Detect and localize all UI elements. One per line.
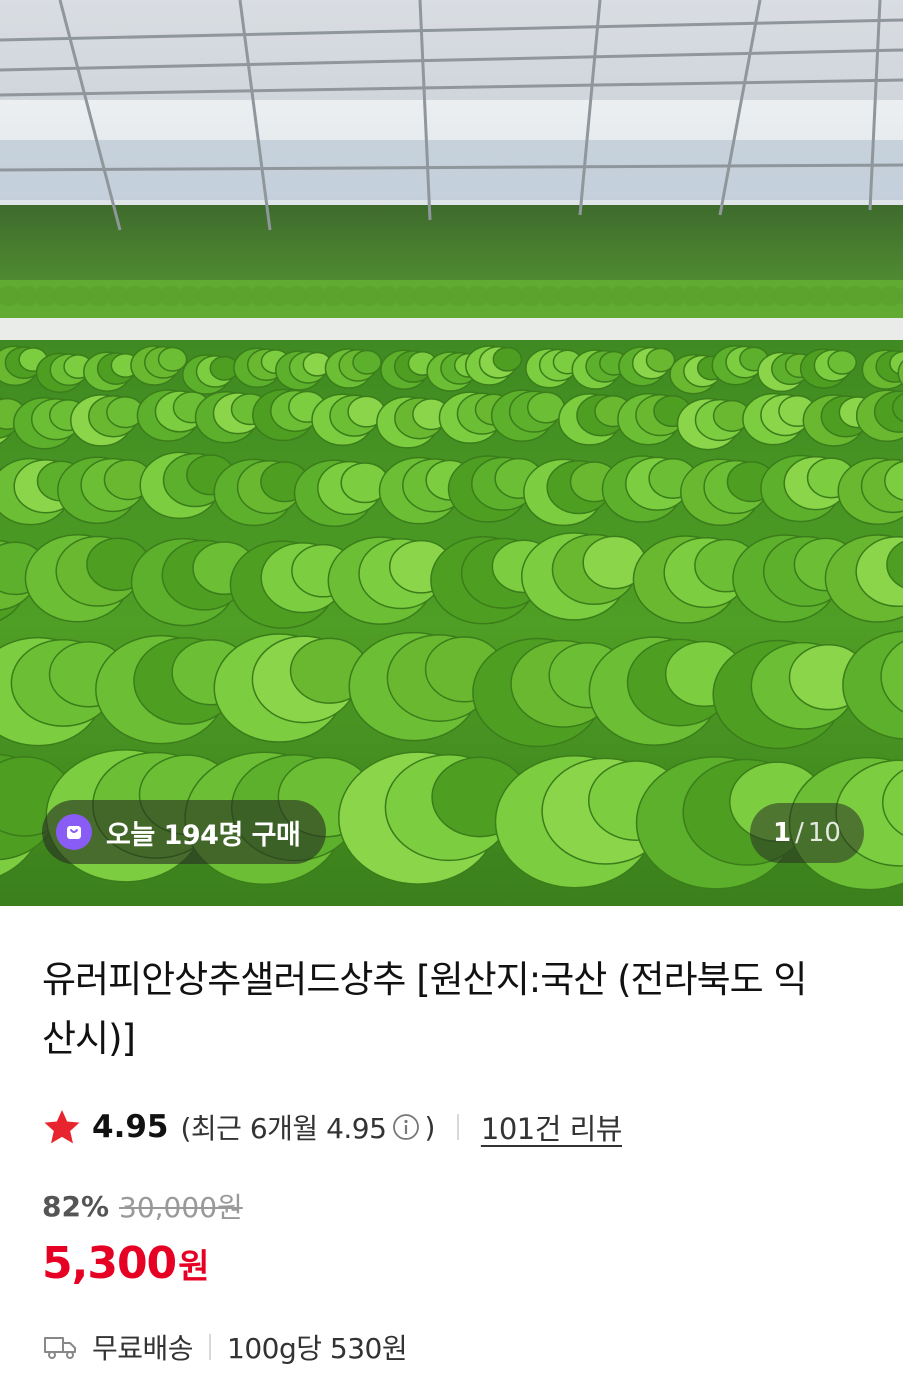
image-counter: 1 / 10 — [750, 803, 864, 863]
discount-rate: 82% — [42, 1189, 110, 1223]
sale-price-value: 5,300 — [42, 1238, 177, 1289]
shipping-text: 무료배송 — [92, 1332, 194, 1365]
recent-rating-text: (최근 6개월 4.95 — [180, 1112, 387, 1145]
product-photo — [0, 0, 903, 906]
product-title: 유러피안상추샐러드상추 [원산지:국산 (전라북도 익산시)] — [42, 958, 807, 1060]
image-counter-separator: / — [795, 818, 804, 848]
shipping-row: 무료배송 100g당 530원 — [42, 1324, 408, 1370]
truck-icon — [44, 1337, 76, 1359]
image-counter-current: 1 — [773, 818, 792, 848]
today-buyers-badge: 오늘 194명 구매 — [42, 800, 327, 864]
recent-rating: (최근 6개월 4.95 ) — [180, 1107, 436, 1147]
recent-rating-close: ) — [424, 1110, 435, 1144]
info-icon[interactable] — [392, 1113, 420, 1141]
original-price: 30,000원 — [119, 1191, 243, 1224]
discount-row: 82% 30,000원 — [42, 1186, 243, 1226]
divider — [209, 1334, 212, 1360]
currency-unit: 원 — [178, 1247, 210, 1287]
sale-price: 5,300 원 — [42, 1238, 209, 1289]
shopping-bag-icon — [56, 814, 92, 850]
divider — [456, 1114, 459, 1140]
today-buyers-text: 오늘 194명 구매 — [106, 819, 301, 851]
star-icon — [44, 1110, 80, 1144]
rating-row: 4.95 (최근 6개월 4.95 ) 101건 리뷰 — [42, 1104, 623, 1150]
unit-price: 100g당 530원 — [227, 1332, 408, 1365]
review-count-link[interactable]: 101건 리뷰 — [481, 1106, 623, 1148]
rating-score: 4.95 — [92, 1109, 169, 1145]
product-image-carousel[interactable]: 오늘 194명 구매 1 / 10 — [0, 0, 903, 906]
image-counter-total: 10 — [807, 818, 841, 848]
